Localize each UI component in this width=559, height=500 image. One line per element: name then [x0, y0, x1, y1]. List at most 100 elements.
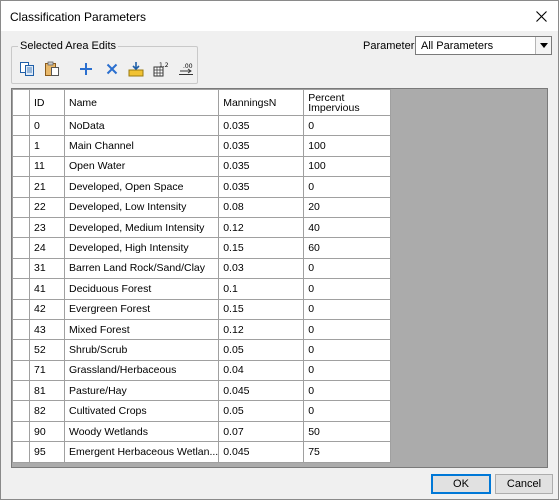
column-header-name[interactable]: Name: [63, 89, 220, 116]
row-header[interactable]: [12, 359, 30, 382]
cell-id[interactable]: 43: [29, 318, 65, 341]
number-format-button[interactable]: 1.2: [151, 58, 172, 79]
column-header-id[interactable]: ID: [29, 89, 65, 116]
cell-manningsn[interactable]: 0.07: [218, 420, 305, 443]
cell-percent-impervious[interactable]: 0: [303, 278, 392, 300]
table-row[interactable]: 0 NoData 0.035 0: [12, 114, 392, 137]
row-header[interactable]: [12, 135, 30, 157]
cell-id[interactable]: 22: [29, 196, 65, 218]
row-header[interactable]: [12, 298, 30, 320]
cell-percent-impervious[interactable]: 0: [303, 339, 392, 361]
row-header[interactable]: [12, 420, 30, 443]
cell-percent-impervious[interactable]: 0: [303, 359, 392, 382]
cell-manningsn[interactable]: 0.035: [218, 155, 305, 178]
row-header[interactable]: [12, 176, 30, 198]
cell-manningsn[interactable]: 0.15: [218, 298, 305, 320]
cell-name[interactable]: Deciduous Forest: [63, 278, 220, 300]
cell-name[interactable]: Developed, Open Space: [63, 176, 220, 198]
cell-percent-impervious[interactable]: 0: [303, 298, 392, 320]
cell-manningsn[interactable]: 0.1: [218, 278, 305, 300]
table-row[interactable]: 90 Woody Wetlands 0.07 50: [12, 420, 392, 443]
cell-percent-impervious[interactable]: 0: [303, 176, 392, 198]
table-row[interactable]: 81 Pasture/Hay 0.045 0: [12, 380, 392, 402]
decimal-button[interactable]: .00: [176, 58, 197, 79]
cell-name[interactable]: Woody Wetlands: [63, 420, 220, 443]
cell-id[interactable]: 21: [29, 176, 65, 198]
ok-button[interactable]: OK: [431, 474, 491, 494]
copy-button[interactable]: [16, 58, 37, 79]
classification-grid[interactable]: ID Name ManningsN Percent Impervious 0 No…: [11, 88, 548, 468]
table-row[interactable]: 21 Developed, Open Space 0.035 0: [12, 176, 392, 198]
table-row[interactable]: 95 Emergent Herbaceous Wetlan... 0.045 75: [12, 441, 392, 463]
cell-percent-impervious[interactable]: 20: [303, 196, 392, 218]
row-header[interactable]: [12, 400, 30, 422]
cell-id[interactable]: 71: [29, 359, 65, 382]
cell-id[interactable]: 82: [29, 400, 65, 422]
cell-name[interactable]: Emergent Herbaceous Wetlan...: [63, 441, 220, 463]
cell-id[interactable]: 31: [29, 257, 65, 280]
cell-name[interactable]: Shrub/Scrub: [63, 339, 220, 361]
table-row[interactable]: 22 Developed, Low Intensity 0.08 20: [12, 196, 392, 218]
cell-id[interactable]: 52: [29, 339, 65, 361]
table-row[interactable]: 23 Developed, Medium Intensity 0.12 40: [12, 216, 392, 239]
cell-manningsn[interactable]: 0.08: [218, 196, 305, 218]
cell-manningsn[interactable]: 0.12: [218, 216, 305, 239]
delete-button[interactable]: [101, 58, 122, 79]
table-row[interactable]: 43 Mixed Forest 0.12 0: [12, 318, 392, 341]
close-button[interactable]: [524, 1, 558, 31]
row-header[interactable]: [12, 278, 30, 300]
table-row[interactable]: 24 Developed, High Intensity 0.15 60: [12, 237, 392, 259]
cell-id[interactable]: 0: [29, 114, 65, 137]
cell-id[interactable]: 42: [29, 298, 65, 320]
cell-percent-impervious[interactable]: 0: [303, 318, 392, 341]
cell-name[interactable]: Evergreen Forest: [63, 298, 220, 320]
cancel-button[interactable]: Cancel: [495, 474, 553, 494]
cell-percent-impervious[interactable]: 0: [303, 257, 392, 280]
add-button[interactable]: [75, 58, 96, 79]
row-header[interactable]: [12, 380, 30, 402]
cell-percent-impervious[interactable]: 60: [303, 237, 392, 259]
cell-name[interactable]: Cultivated Crops: [63, 400, 220, 422]
cell-id[interactable]: 41: [29, 278, 65, 300]
row-header[interactable]: [12, 339, 30, 361]
table-row[interactable]: 42 Evergreen Forest 0.15 0: [12, 298, 392, 320]
table-row[interactable]: 11 Open Water 0.035 100: [12, 155, 392, 178]
table-row[interactable]: 1 Main Channel 0.035 100: [12, 135, 392, 157]
row-header[interactable]: [12, 318, 30, 341]
cell-name[interactable]: Developed, Low Intensity: [63, 196, 220, 218]
cell-manningsn[interactable]: 0.15: [218, 237, 305, 259]
cell-percent-impervious[interactable]: 100: [303, 155, 392, 178]
paste-button[interactable]: [41, 58, 62, 79]
cell-manningsn[interactable]: 0.12: [218, 318, 305, 341]
table-row[interactable]: 41 Deciduous Forest 0.1 0: [12, 278, 392, 300]
cell-percent-impervious[interactable]: 0: [303, 400, 392, 422]
cell-id[interactable]: 95: [29, 441, 65, 463]
row-header[interactable]: [12, 257, 30, 280]
column-header-percent-impervious[interactable]: Percent Impervious: [303, 89, 392, 116]
cell-name[interactable]: Mixed Forest: [63, 318, 220, 341]
table-row[interactable]: 31 Barren Land Rock/Sand/Clay 0.03 0: [12, 257, 392, 280]
row-header[interactable]: [12, 114, 30, 137]
cell-id[interactable]: 24: [29, 237, 65, 259]
cell-manningsn[interactable]: 0.035: [218, 114, 305, 137]
cell-name[interactable]: NoData: [63, 114, 220, 137]
table-row[interactable]: 71 Grassland/Herbaceous 0.04 0: [12, 359, 392, 382]
cell-id[interactable]: 81: [29, 380, 65, 402]
row-header[interactable]: [12, 196, 30, 218]
cell-percent-impervious[interactable]: 0: [303, 114, 392, 137]
cell-percent-impervious[interactable]: 50: [303, 420, 392, 443]
row-header[interactable]: [12, 237, 30, 259]
column-header-manningsn[interactable]: ManningsN: [218, 89, 305, 116]
table-row[interactable]: 52 Shrub/Scrub 0.05 0: [12, 339, 392, 361]
cell-name[interactable]: Open Water: [63, 155, 220, 178]
cell-percent-impervious[interactable]: 100: [303, 135, 392, 157]
cell-percent-impervious[interactable]: 0: [303, 380, 392, 402]
cell-manningsn[interactable]: 0.04: [218, 359, 305, 382]
cell-manningsn[interactable]: 0.035: [218, 176, 305, 198]
cell-name[interactable]: Developed, High Intensity: [63, 237, 220, 259]
cell-manningsn[interactable]: 0.045: [218, 441, 305, 463]
row-header[interactable]: [12, 155, 30, 178]
cell-name[interactable]: Developed, Medium Intensity: [63, 216, 220, 239]
cell-name[interactable]: Grassland/Herbaceous: [63, 359, 220, 382]
parameter-dropdown[interactable]: All Parameters: [415, 36, 552, 55]
